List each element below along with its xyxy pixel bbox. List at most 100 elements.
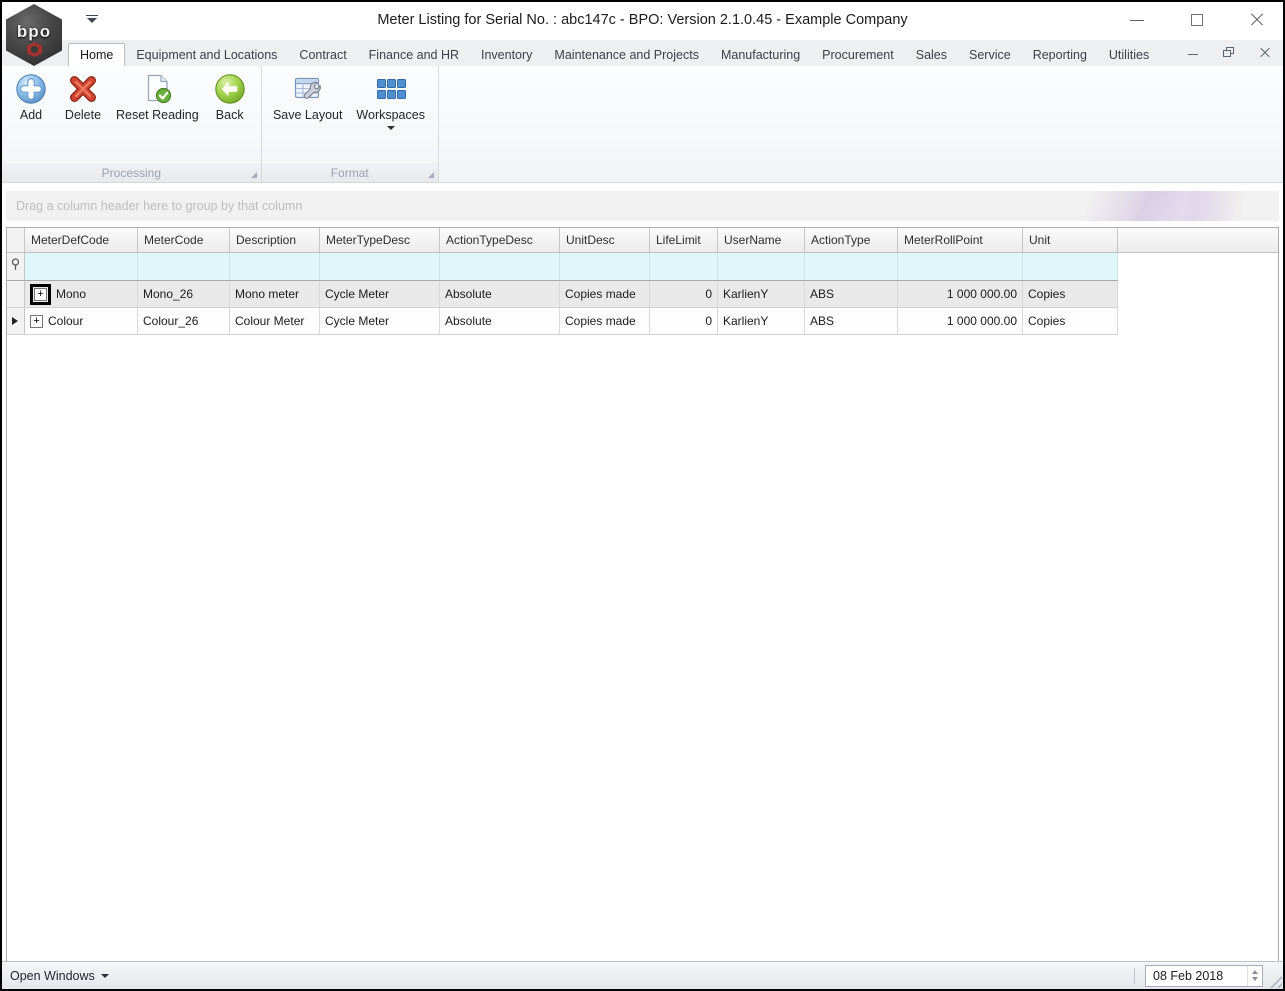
tab-equipment-and-locations[interactable]: Equipment and Locations [125, 43, 288, 66]
filter-cell-lifelimit[interactable] [650, 253, 718, 280]
filter-cell-meterrollpoint[interactable] [898, 253, 1023, 280]
filter-cell-unitdesc[interactable] [560, 253, 650, 280]
cell-metercode[interactable]: Mono_26 [138, 281, 230, 307]
cell-description[interactable]: Colour Meter [230, 308, 320, 334]
column-header-meterrollpoint[interactable]: MeterRollPoint [898, 228, 1023, 252]
ribbon-tab-row: Home Equipment and Locations Contract Finan… [2, 40, 1283, 66]
back-icon [213, 72, 247, 106]
tab-reporting[interactable]: Reporting [1022, 43, 1098, 66]
filter-cell-metercode[interactable] [138, 253, 230, 280]
save-layout-button[interactable]: Save Layout [268, 70, 348, 125]
cell-lifelimit[interactable]: 0 [650, 308, 718, 334]
minimize-icon [1130, 20, 1144, 21]
cell-metercode[interactable]: Colour_26 [138, 308, 230, 334]
group-by-hint: Drag a column header here to group by th… [16, 199, 303, 213]
column-header-username[interactable]: UserName [718, 228, 805, 252]
back-label: Back [215, 108, 244, 122]
cell-unitdesc[interactable]: Copies made [560, 281, 650, 307]
status-bar: Open Windows 08 Feb 2018 [2, 961, 1283, 989]
mdi-restore-button[interactable] [1223, 47, 1235, 59]
spin-down-button[interactable] [1252, 977, 1258, 981]
filter-cell-description[interactable] [230, 253, 320, 280]
tab-inventory[interactable]: Inventory [470, 43, 543, 66]
maximize-icon [1191, 14, 1203, 26]
cell-meterdefcode[interactable]: + Mono [25, 281, 138, 307]
cell-username[interactable]: KarlienY [718, 308, 805, 334]
reset-reading-button[interactable]: Reset Reading [112, 70, 203, 125]
filter-pin-icon [11, 257, 20, 276]
window-controls [1129, 12, 1265, 28]
column-header-unit[interactable]: Unit [1023, 228, 1118, 252]
column-header-metertypedesc[interactable]: MeterTypeDesc [320, 228, 440, 252]
cell-unit[interactable]: Copies [1023, 281, 1118, 307]
mdi-window-controls [1187, 40, 1271, 66]
column-header-metercode[interactable]: MeterCode [138, 228, 230, 252]
tab-finance-and-hr[interactable]: Finance and HR [358, 43, 470, 66]
mdi-close-button[interactable] [1259, 47, 1271, 59]
grid-filter-row [7, 253, 1118, 281]
group-collapse-triangle-icon[interactable] [250, 172, 257, 178]
cell-meterdefcode[interactable]: + Colour [25, 308, 138, 334]
tab-utilities[interactable]: Utilities [1098, 43, 1160, 66]
cell-actiontype[interactable]: ABS [805, 281, 898, 307]
column-header-lifelimit[interactable]: LifeLimit [650, 228, 718, 252]
cell-meterrollpoint[interactable]: 1 000 000.00 [898, 281, 1023, 307]
filter-cell-username[interactable] [718, 253, 805, 280]
cell-metertypedesc[interactable]: Cycle Meter [320, 281, 440, 307]
filter-cell-meterdefcode[interactable] [25, 253, 138, 280]
back-button[interactable]: Back [205, 70, 255, 125]
cell-value: Copies [1028, 287, 1066, 301]
cell-value: Mono [56, 287, 87, 301]
column-header-unitdesc[interactable]: UnitDesc [560, 228, 650, 252]
cell-lifelimit[interactable]: 0 [650, 281, 718, 307]
window-minimize-button[interactable] [1129, 12, 1145, 28]
table-row-mono[interactable]: + Mono Mono_26 Mono meter Cycle Meter Absolut… [7, 281, 1118, 308]
cell-unitdesc[interactable]: Copies made [560, 308, 650, 334]
column-header-description[interactable]: Description [230, 228, 320, 252]
delete-button[interactable]: Delete [56, 70, 110, 125]
group-by-panel[interactable]: Drag a column header here to group by th… [6, 191, 1279, 221]
mdi-minimize-button[interactable] [1187, 47, 1199, 59]
add-icon [14, 72, 48, 106]
cell-metertypedesc[interactable]: Cycle Meter [320, 308, 440, 334]
cell-value: Mono meter [235, 287, 300, 301]
tab-maintenance-and-projects[interactable]: Maintenance and Projects [543, 43, 710, 66]
grid-empty-area [7, 335, 1278, 961]
tab-procurement[interactable]: Procurement [811, 43, 905, 66]
cell-description[interactable]: Mono meter [230, 281, 320, 307]
cell-meterrollpoint[interactable]: 1 000 000.00 [898, 308, 1023, 334]
status-separator [1134, 967, 1135, 984]
cell-actiontypedesc[interactable]: Absolute [440, 308, 560, 334]
resize-grip[interactable] [1267, 973, 1282, 988]
filter-cell-metertypedesc[interactable] [320, 253, 440, 280]
filter-cell-actiontypedesc[interactable] [440, 253, 560, 280]
column-header-actiontype[interactable]: ActionType [805, 228, 898, 252]
tab-home[interactable]: Home [68, 43, 126, 66]
tab-service[interactable]: Service [958, 43, 1022, 66]
date-value[interactable]: 08 Feb 2018 [1146, 969, 1247, 983]
filter-cell-actiontype[interactable] [805, 253, 898, 280]
cell-value: ABS [810, 314, 835, 328]
workspaces-button[interactable]: Workspaces [350, 70, 432, 132]
spin-up-button[interactable] [1252, 970, 1258, 974]
open-windows-dropdown[interactable]: Open Windows [10, 969, 109, 983]
column-header-meterdefcode[interactable]: MeterDefCode [25, 228, 138, 252]
tab-sales[interactable]: Sales [905, 43, 958, 66]
cell-actiontypedesc[interactable]: Absolute [440, 281, 560, 307]
date-spinner[interactable]: 08 Feb 2018 [1145, 964, 1263, 987]
filter-cell-unit[interactable] [1023, 253, 1118, 280]
tab-manufacturing[interactable]: Manufacturing [710, 43, 811, 66]
expand-row-button[interactable]: + [30, 314, 43, 328]
cell-username[interactable]: KarlienY [718, 281, 805, 307]
cell-unit[interactable]: Copies [1023, 308, 1118, 334]
cell-actiontype[interactable]: ABS [805, 308, 898, 334]
cell-value: Colour Meter [235, 314, 305, 328]
expand-row-button[interactable]: + [34, 287, 47, 301]
tab-contract[interactable]: Contract [288, 43, 357, 66]
table-row-colour[interactable]: + Colour Colour_26 Colour Meter Cycle Meter A… [7, 308, 1118, 335]
add-button[interactable]: Add [8, 70, 54, 125]
window-maximize-button[interactable] [1189, 12, 1205, 28]
window-close-button[interactable] [1249, 12, 1265, 28]
group-collapse-triangle-icon[interactable] [427, 172, 434, 178]
column-header-actiontypedesc[interactable]: ActionTypeDesc [440, 228, 560, 252]
